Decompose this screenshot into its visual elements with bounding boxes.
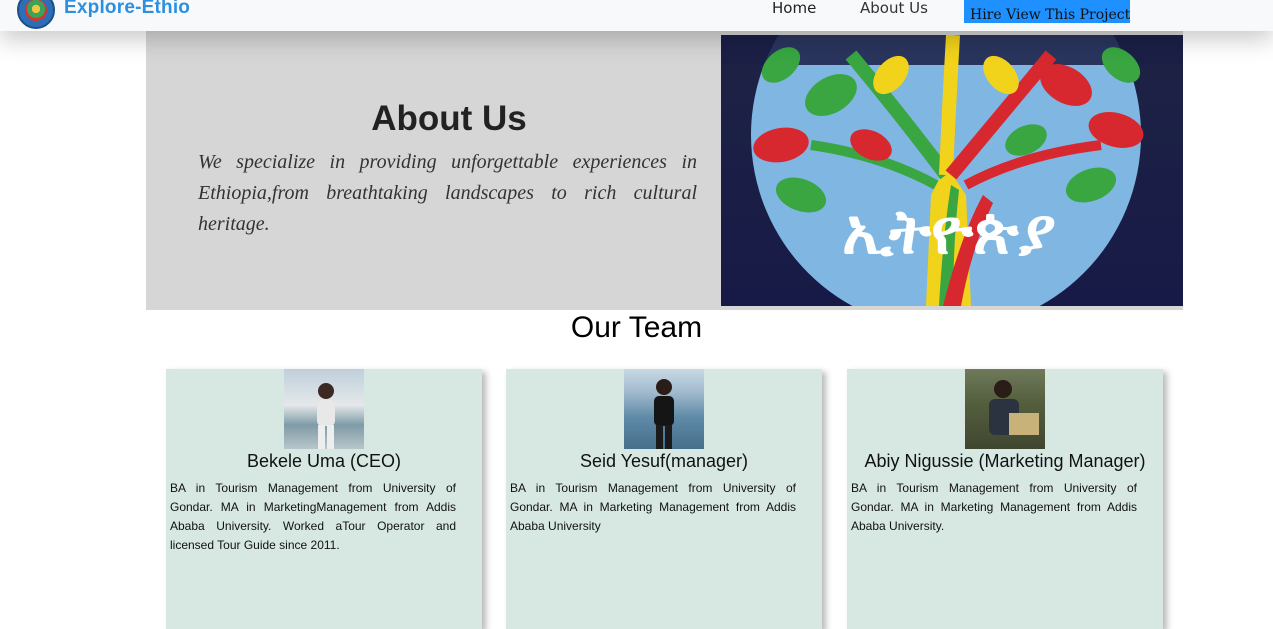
about-hero: About Us We specialize in providing unfo… <box>146 31 1183 310</box>
ethiopia-tree-image: ኢትዮጵያ <box>721 35 1183 306</box>
team-member-bio: BA in Tourism Management from University… <box>170 481 456 552</box>
logo-icon[interactable] <box>17 0 55 29</box>
team-member-photo <box>624 369 704 449</box>
about-title: About Us <box>371 99 527 138</box>
team-member-photo <box>965 369 1045 449</box>
team-card: Bekele Uma (CEO) BA in Tourism Managemen… <box>166 369 482 629</box>
team-member-name: Seid Yesuf(manager) <box>579 451 749 471</box>
team-card: Abiy Nigussie (Marketing Manager) BA in … <box>847 369 1163 629</box>
brand-link[interactable]: Explore-Ethio <box>64 0 190 19</box>
team-member-bio: BA in Tourism Management from University… <box>851 481 1137 533</box>
navbar: Explore-Ethio Home About Us Hire View Th… <box>0 0 1273 31</box>
team-member-name: Abiy Nigussie (Marketing Manager) <box>864 451 1146 471</box>
team-card: Seid Yesuf(manager) BA in Tourism Manage… <box>506 369 822 629</box>
team-member-photo <box>284 369 364 449</box>
team-member-bio: BA in Tourism Management from University… <box>510 481 796 533</box>
about-description: We specialize in providing unforgettable… <box>198 151 697 235</box>
ethiopia-amharic-text: ኢትዮጵያ <box>842 195 1056 268</box>
ethiopia-tree-illustration: ኢትዮጵያ <box>721 35 1183 306</box>
nav-about-link[interactable]: About Us <box>860 0 928 17</box>
team-member-name: Bekele Uma (CEO) <box>246 451 402 471</box>
nav-home-link[interactable]: Home <box>772 0 816 17</box>
team-title: Our Team <box>570 311 703 344</box>
hire-button[interactable]: Hire View This Project <box>964 0 1130 23</box>
